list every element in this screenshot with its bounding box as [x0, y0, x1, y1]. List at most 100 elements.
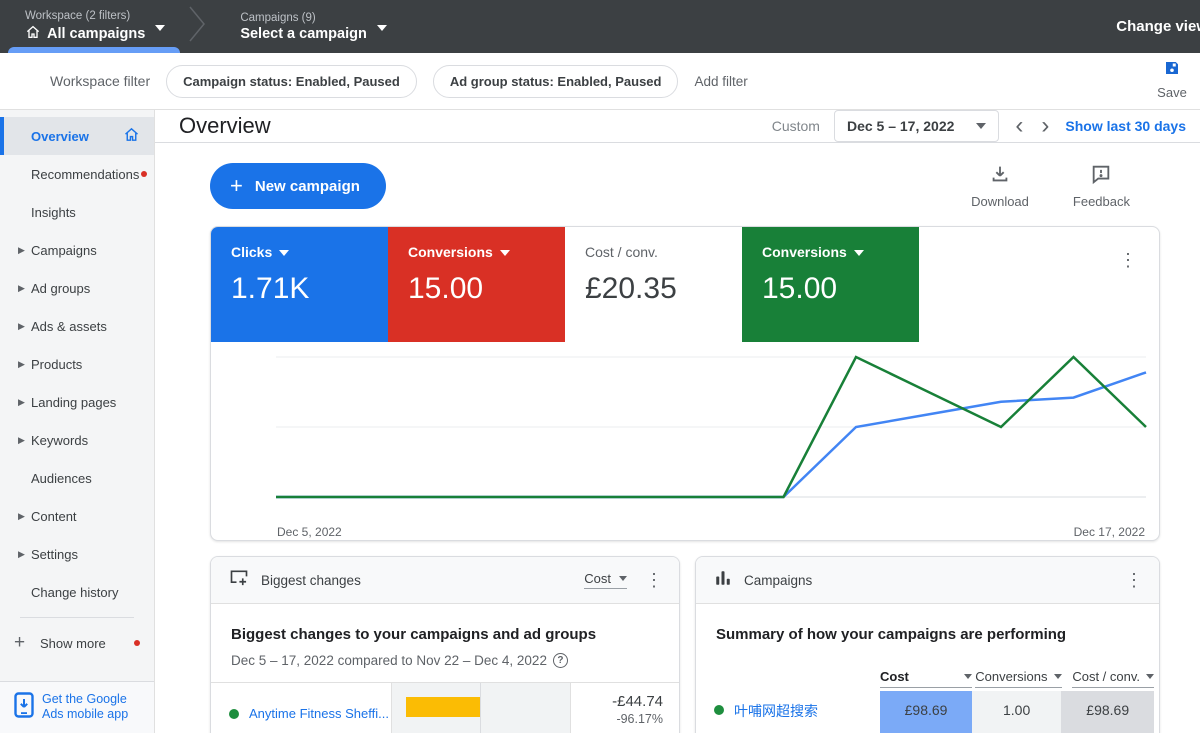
date-range-picker[interactable]: Dec 5 – 17, 2022 [833, 110, 1000, 142]
sidebar-item-campaigns[interactable]: ▶ Campaigns [0, 231, 154, 269]
column-header-cost[interactable]: Cost [880, 669, 972, 688]
notification-dot [141, 171, 148, 177]
campaigns-eyebrow: Campaigns (9) [240, 11, 316, 24]
status-dot [229, 708, 239, 719]
campaign-link[interactable]: Anytime Fitness Sheffi... [249, 706, 389, 721]
campaign-switcher[interactable]: Campaigns (9) Select a campaign [215, 0, 401, 53]
filter-chip-campaign-status[interactable]: Campaign status: Enabled, Paused [166, 64, 417, 98]
sidebar-item-audiences[interactable]: Audiences [0, 459, 154, 497]
add-filter-button[interactable]: Add filter [694, 74, 747, 89]
comparison-range-label: Dec 5 – 17, 2022 compared to Nov 22 – De… [231, 653, 547, 668]
x-axis-end-label: Dec 17, 2022 [1073, 525, 1145, 539]
change-bar [406, 697, 480, 717]
workspace-title: All campaigns [47, 25, 146, 42]
workspace-switcher[interactable]: Workspace (2 filters) All campaigns [0, 0, 179, 53]
sidebar-item-label: Landing pages [31, 394, 117, 410]
scorecard-label: Cost / conv. [585, 244, 658, 260]
card-title: Campaigns [744, 572, 813, 588]
page-title: Overview [179, 113, 271, 138]
show-more-label: Show more [40, 635, 106, 651]
trend-chart-svg [276, 355, 1147, 499]
chevron-down-icon [619, 576, 627, 581]
feedback-button[interactable]: Feedback [1073, 163, 1130, 209]
campaign-select-label: Select a campaign [240, 25, 367, 42]
download-button[interactable]: Download [971, 163, 1029, 209]
download-icon [989, 163, 1011, 190]
metric-dropdown[interactable]: Cost [584, 571, 627, 589]
sidebar-item-label: Change history [31, 584, 119, 600]
filter-chip-adgroup-status[interactable]: Ad group status: Enabled, Paused [432, 64, 679, 98]
expand-arrow-icon: ▶ [18, 396, 25, 407]
mobile-app-label: Get the Google Ads mobile app [42, 691, 129, 722]
home-icon [123, 126, 140, 146]
sidebar-item-label: Settings [31, 546, 78, 562]
show-last-30-days-link[interactable]: Show last 30 days [1065, 118, 1186, 134]
scorecard-clicks[interactable]: Clicks 1.71K [211, 227, 388, 342]
sidebar-item-ads-assets[interactable]: ▶ Ads & assets [0, 307, 154, 345]
biggest-changes-menu-button[interactable]: ⋮ [645, 571, 663, 589]
scroll-area: + New campaign Download Feedback Clicks … [155, 143, 1200, 733]
download-label: Download [971, 194, 1029, 209]
sidebar-item-ad-groups[interactable]: ▶ Ad groups [0, 269, 154, 307]
help-icon[interactable]: ? [552, 653, 568, 668]
change-view-button[interactable]: Change view [1116, 18, 1200, 35]
scorecard-label: Clicks [231, 244, 273, 260]
sidebar-item-insights[interactable]: Insights [0, 193, 154, 231]
sidebar-item-landing-pages[interactable]: ▶ Landing pages [0, 383, 154, 421]
scorecard-value: £20.35 [585, 272, 677, 305]
status-dot [714, 705, 724, 715]
sidebar-item-content[interactable]: ▶ Content [0, 497, 154, 535]
show-more-button[interactable]: + Show more [0, 624, 154, 662]
sidebar-item-products[interactable]: ▶ Products [0, 345, 154, 383]
notification-dot [134, 640, 140, 646]
expand-arrow-icon: ▶ [18, 434, 25, 445]
filter-bar: Workspace filter Campaign status: Enable… [0, 53, 1200, 110]
overview-card-menu-button[interactable]: ⋮ [1119, 251, 1137, 269]
biggest-changes-icon [229, 568, 249, 593]
top-navbar: Workspace (2 filters) All campaigns Camp… [0, 0, 1200, 53]
sidebar-item-label: Ads & assets [31, 318, 107, 334]
scorecard-value: 15.00 [762, 272, 838, 305]
previous-period-button[interactable]: ‹ [1013, 114, 1025, 138]
chevron-down-icon [1053, 674, 1062, 679]
save-button[interactable]: Save [1152, 59, 1192, 100]
scorecard-value: 15.00 [408, 272, 484, 305]
campaign-link[interactable]: 叶哺网超搜索 [734, 701, 818, 721]
scorecard-value: 1.71K [231, 272, 310, 305]
sidebar-item-label: Overview [31, 128, 89, 144]
table-row: 叶哺网超搜索 £98.69 1.00 £98.69 [696, 691, 1159, 733]
column-header-conversions[interactable]: Conversions [975, 669, 1062, 688]
metric-dropdown-value: Cost [584, 571, 611, 586]
column-header-cost-per-conv[interactable]: Cost / conv. [1072, 669, 1155, 688]
sidebar-item-change-history[interactable]: Change history [0, 573, 154, 611]
feedback-icon [1090, 163, 1112, 190]
feedback-label: Feedback [1072, 194, 1130, 209]
sidebar-item-label: Audiences [31, 470, 92, 486]
card-heading: Summary of how your campaigns are perfor… [716, 626, 1067, 643]
card-heading: Biggest changes to your campaigns and ad… [231, 626, 597, 643]
new-campaign-button[interactable]: + New campaign [210, 163, 386, 209]
change-bar-cell [391, 683, 571, 733]
chevron-down-icon [964, 674, 972, 679]
expand-arrow-icon: ▶ [18, 548, 25, 559]
chevron-down-icon [499, 250, 510, 256]
sidebar-item-settings[interactable]: ▶ Settings [0, 535, 154, 573]
overview-summary-card: Clicks 1.71K Conversions 15.00 Cost / co… [210, 226, 1160, 541]
get-mobile-app-link[interactable]: Get the Google Ads mobile app [0, 680, 154, 733]
sidebar-item-overview[interactable]: Overview [0, 117, 154, 155]
mobile-phone-icon [14, 692, 34, 723]
campaigns-card-menu-button[interactable]: ⋮ [1125, 571, 1143, 589]
sidebar-item-label: Products [31, 356, 83, 372]
scorecard-cost-per-conv[interactable]: Cost / conv. £20.35 [565, 227, 742, 342]
date-range-value: Dec 5 – 17, 2022 [846, 118, 955, 134]
scorecard-conversions-2[interactable]: Conversions 15.00 [742, 227, 919, 342]
biggest-changes-card: Biggest changes Cost ⋮ Biggest changes t… [210, 556, 680, 733]
sidebar-item-recommendations[interactable]: Recommendations [0, 155, 154, 193]
next-period-button[interactable]: › [1039, 114, 1051, 138]
card-title: Biggest changes [261, 572, 361, 588]
chevron-down-icon [853, 250, 864, 256]
scorecard-conversions[interactable]: Conversions 15.00 [388, 227, 565, 342]
sidebar-item-keywords[interactable]: ▶ Keywords [0, 421, 154, 459]
chevron-down-icon [279, 250, 290, 256]
expand-arrow-icon: ▶ [18, 282, 25, 293]
